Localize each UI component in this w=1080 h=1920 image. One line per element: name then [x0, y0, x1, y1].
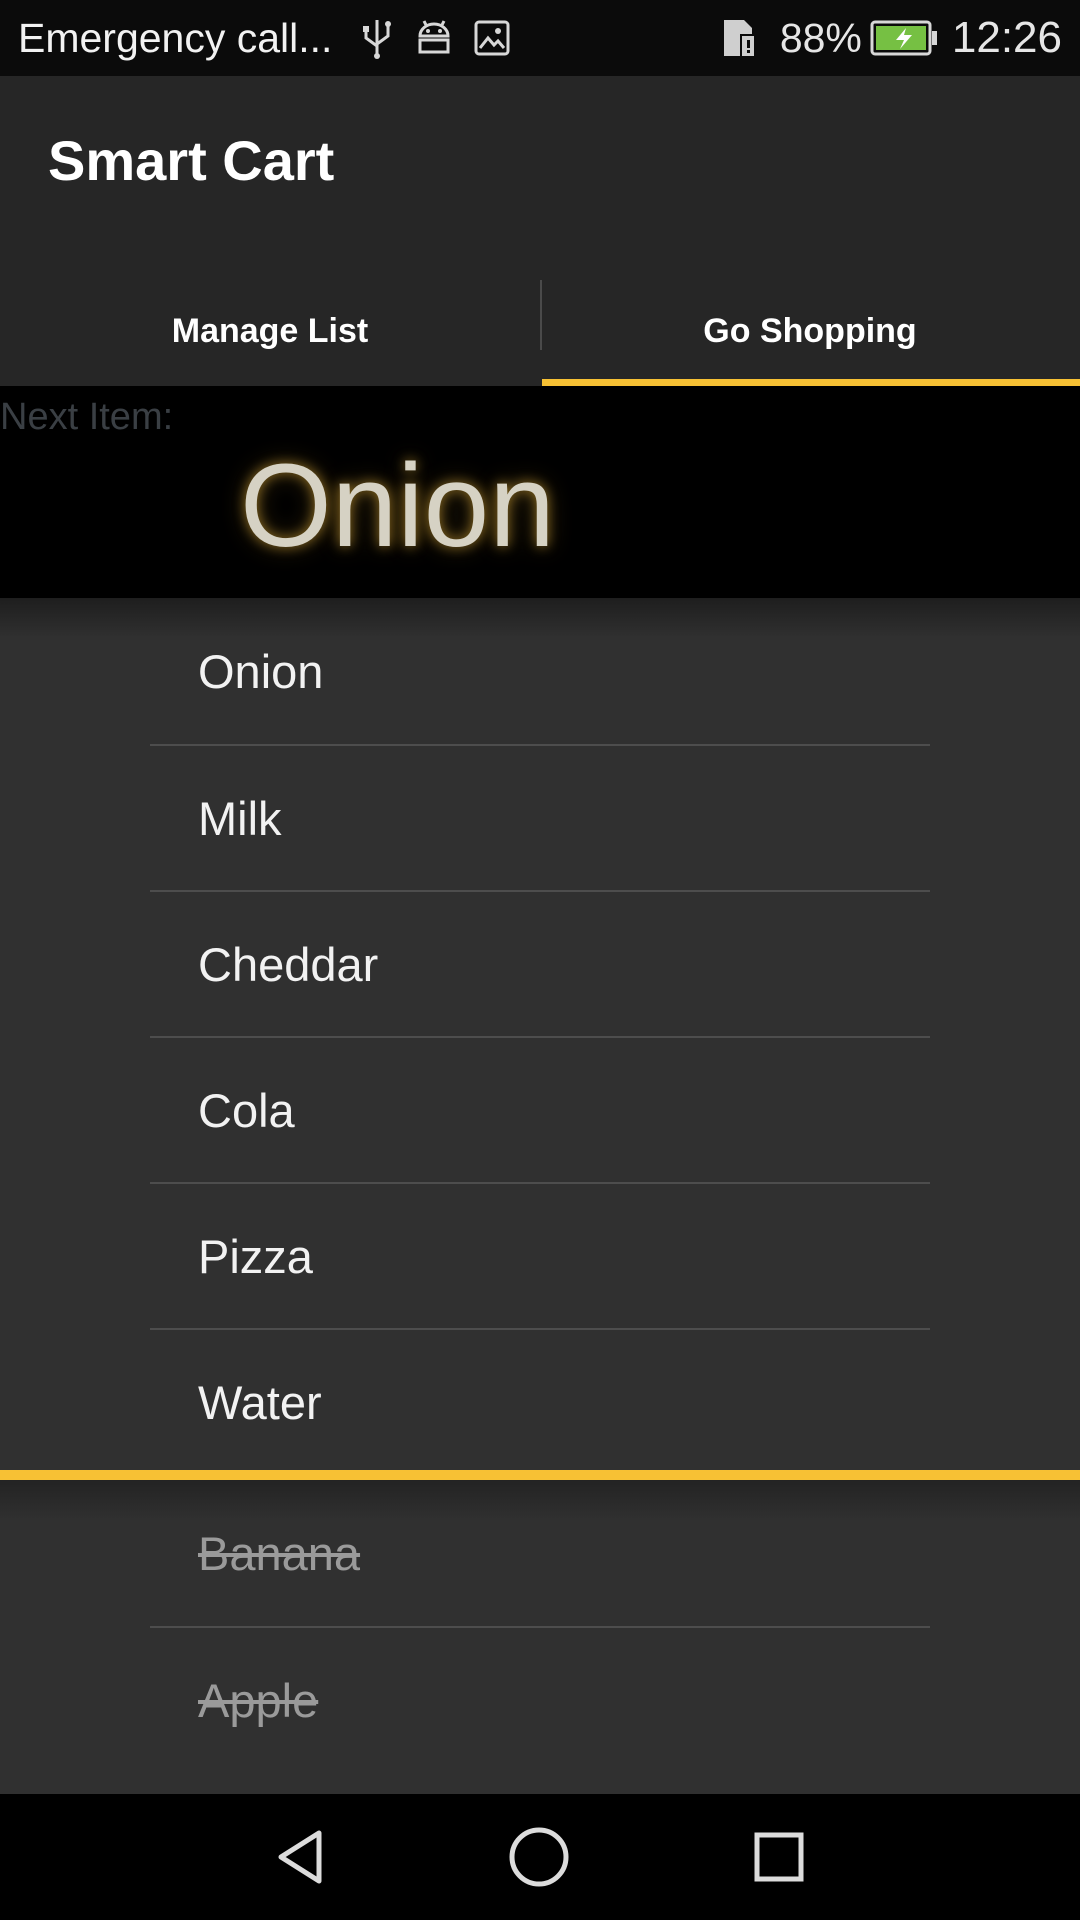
shopping-list: Onion Milk Cheddar Cola Pizza Water	[150, 598, 930, 1474]
battery-percent: 88%	[779, 14, 862, 61]
app-bar: Smart Cart Manage List Go Shopping	[0, 76, 1080, 386]
carrier-text: Emergency call...	[18, 14, 333, 61]
list-item[interactable]: Onion	[150, 598, 930, 744]
next-item-label: Next Item:	[0, 396, 174, 438]
image-icon	[472, 18, 512, 58]
completed-separator	[0, 1470, 1080, 1480]
next-item-panel: Next Item: Onion	[0, 386, 1080, 598]
tab-go-shopping[interactable]: Go Shopping	[540, 276, 1080, 386]
battery-charging-icon	[870, 20, 938, 56]
completed-list-item[interactable]: Banana	[150, 1480, 930, 1626]
back-icon[interactable]	[268, 1824, 334, 1890]
list-item[interactable]: Pizza	[150, 1182, 930, 1328]
status-left: Emergency call...	[18, 0, 512, 76]
list-item[interactable]: Cola	[150, 1036, 930, 1182]
navigation-bar	[0, 1794, 1080, 1920]
app-title: Smart Cart	[48, 129, 335, 192]
list-item[interactable]: Milk	[150, 744, 930, 890]
list-item[interactable]: Water	[150, 1328, 930, 1474]
completed-list-item[interactable]: Apple	[150, 1626, 930, 1772]
home-icon[interactable]	[506, 1824, 572, 1890]
completed-list: Banana Apple	[150, 1480, 930, 1772]
android-debug-icon	[414, 18, 454, 58]
tab-divider	[540, 280, 542, 350]
recents-icon[interactable]	[746, 1824, 812, 1890]
shopping-list-area: Onion Milk Cheddar Cola Pizza Water Bana…	[0, 598, 1080, 1794]
sim-icon	[720, 16, 760, 60]
next-item-name: Onion	[240, 440, 555, 572]
status-bar: Emergency call... 88% 12:26	[0, 0, 1080, 76]
clock: 12:26	[951, 13, 1062, 62]
usb-icon	[362, 16, 392, 60]
list-item[interactable]: Cheddar	[150, 890, 930, 1036]
tab-manage-list[interactable]: Manage List	[0, 276, 540, 386]
status-right: 88% 12:26	[720, 0, 1062, 76]
